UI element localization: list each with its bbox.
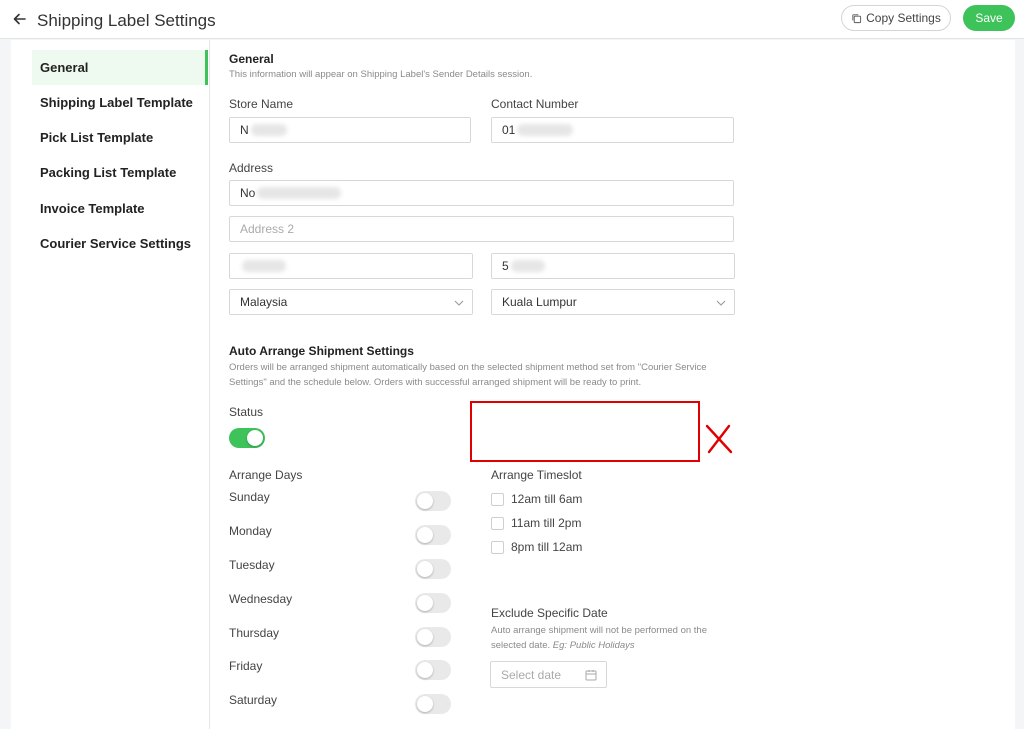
timeslot-label: 12am till 6am xyxy=(511,492,583,506)
country-select[interactable]: Malaysia xyxy=(229,289,473,315)
redacted-text xyxy=(250,124,287,136)
sidebar-item-invoice-template[interactable]: Invoice Template xyxy=(32,191,208,226)
day-label-sunday: Sunday xyxy=(229,490,270,504)
annotation-cross-icon xyxy=(705,424,733,454)
day-toggle-thursday[interactable] xyxy=(415,627,451,647)
arrange-timeslot-label: Arrange Timeslot xyxy=(491,468,582,482)
page-title: Shipping Label Settings xyxy=(37,11,216,30)
exclude-date-desc-prefix: selected date. xyxy=(491,640,551,651)
sidebar-item-shipping-label-template[interactable]: Shipping Label Template xyxy=(32,85,208,120)
day-toggle-tuesday[interactable] xyxy=(415,559,451,579)
date-placeholder: Select date xyxy=(501,667,562,682)
state-select[interactable]: Kuala Lumpur xyxy=(491,289,735,315)
address-label: Address xyxy=(229,161,274,175)
back-arrow-icon[interactable] xyxy=(10,9,30,29)
address-line-1-input[interactable]: No xyxy=(229,180,734,206)
day-label-tuesday: Tuesday xyxy=(229,558,275,572)
state-value: Kuala Lumpur xyxy=(502,295,577,309)
country-value: Malaysia xyxy=(240,295,288,309)
exclude-date-example: Eg: Public Holidays xyxy=(552,640,635,651)
day-label-thursday: Thursday xyxy=(229,626,280,640)
arrange-days-label: Arrange Days xyxy=(229,468,303,482)
day-toggle-saturday[interactable] xyxy=(415,694,451,714)
sidebar-item-packing-list-template[interactable]: Packing List Template xyxy=(32,155,208,190)
exclude-date-label: Exclude Specific Date xyxy=(491,606,608,620)
store-name-input[interactable]: N xyxy=(229,117,471,143)
sidebar-item-pick-list-template[interactable]: Pick List Template xyxy=(32,120,208,155)
postcode-value: 5 xyxy=(502,259,509,273)
store-name-value: N xyxy=(240,123,249,137)
day-toggle-friday[interactable] xyxy=(415,660,451,680)
copy-settings-button[interactable]: Copy Settings xyxy=(841,5,951,31)
sidebar-divider xyxy=(209,40,210,729)
contact-number-value: 01 xyxy=(502,123,516,137)
calendar-icon xyxy=(585,670,597,681)
exclude-date-desc-line-1: Auto arrange shipment will not be perfor… xyxy=(491,625,707,636)
day-label-friday: Friday xyxy=(229,659,263,673)
annotation-highlight-box xyxy=(470,401,700,462)
redacted-text xyxy=(257,187,342,199)
contact-number-label: Contact Number xyxy=(491,97,579,111)
auto-arrange-desc-line-1: Orders will be arranged shipment automat… xyxy=(229,362,707,373)
timeslot-option-3[interactable]: 8pm till 12am xyxy=(491,540,582,554)
address-line-2-placeholder: Address 2 xyxy=(240,222,295,236)
day-toggle-monday[interactable] xyxy=(415,525,451,545)
day-label-saturday: Saturday xyxy=(229,693,278,707)
copy-settings-label: Copy Settings xyxy=(866,11,941,25)
chevron-down-icon xyxy=(716,300,726,306)
copy-icon xyxy=(852,13,862,23)
timeslot-option-2[interactable]: 11am till 2pm xyxy=(491,516,581,530)
auto-arrange-desc-line-2: Settings" and the schedule below. Orders… xyxy=(229,377,642,388)
day-label-monday: Monday xyxy=(229,524,272,538)
postcode-input[interactable]: 5 xyxy=(491,253,735,279)
day-toggle-sunday[interactable] xyxy=(415,491,451,511)
top-bar: Shipping Label Settings Copy Settings Sa… xyxy=(0,0,1024,39)
redacted-text xyxy=(517,124,574,136)
general-section-title: General xyxy=(229,52,274,66)
exclude-date-picker[interactable]: Select date xyxy=(490,661,607,688)
timeslot-label: 11am till 2pm xyxy=(511,516,582,530)
exclude-date-desc-line-2: selected date. Eg: Public Holidays xyxy=(491,638,635,653)
redacted-text xyxy=(510,260,545,272)
city-input[interactable] xyxy=(229,253,473,279)
general-section-desc: This information will appear on Shipping… xyxy=(229,69,533,80)
day-label-wednesday: Wednesday xyxy=(229,592,293,606)
chevron-down-icon xyxy=(454,300,464,306)
sidebar-item-general[interactable]: General xyxy=(32,50,208,85)
save-button[interactable]: Save xyxy=(963,5,1015,31)
timeslot-option-1[interactable]: 12am till 6am xyxy=(491,492,582,506)
contact-number-input[interactable]: 01 xyxy=(491,117,734,143)
timeslot-checkbox[interactable] xyxy=(491,540,504,554)
timeslot-checkbox[interactable] xyxy=(491,492,504,506)
status-label: Status xyxy=(229,405,264,419)
status-toggle[interactable] xyxy=(229,428,265,448)
sidebar-item-courier-service-settings[interactable]: Courier Service Settings xyxy=(32,226,208,261)
auto-arrange-section-title: Auto Arrange Shipment Settings xyxy=(229,344,414,358)
address-line-2-input[interactable]: Address 2 xyxy=(229,216,734,242)
redacted-text xyxy=(242,260,286,272)
address-line-1-value: No xyxy=(240,186,256,200)
day-toggle-wednesday[interactable] xyxy=(415,593,451,613)
timeslot-checkbox[interactable] xyxy=(491,516,504,530)
store-name-label: Store Name xyxy=(229,97,294,111)
timeslot-label: 8pm till 12am xyxy=(511,540,583,554)
